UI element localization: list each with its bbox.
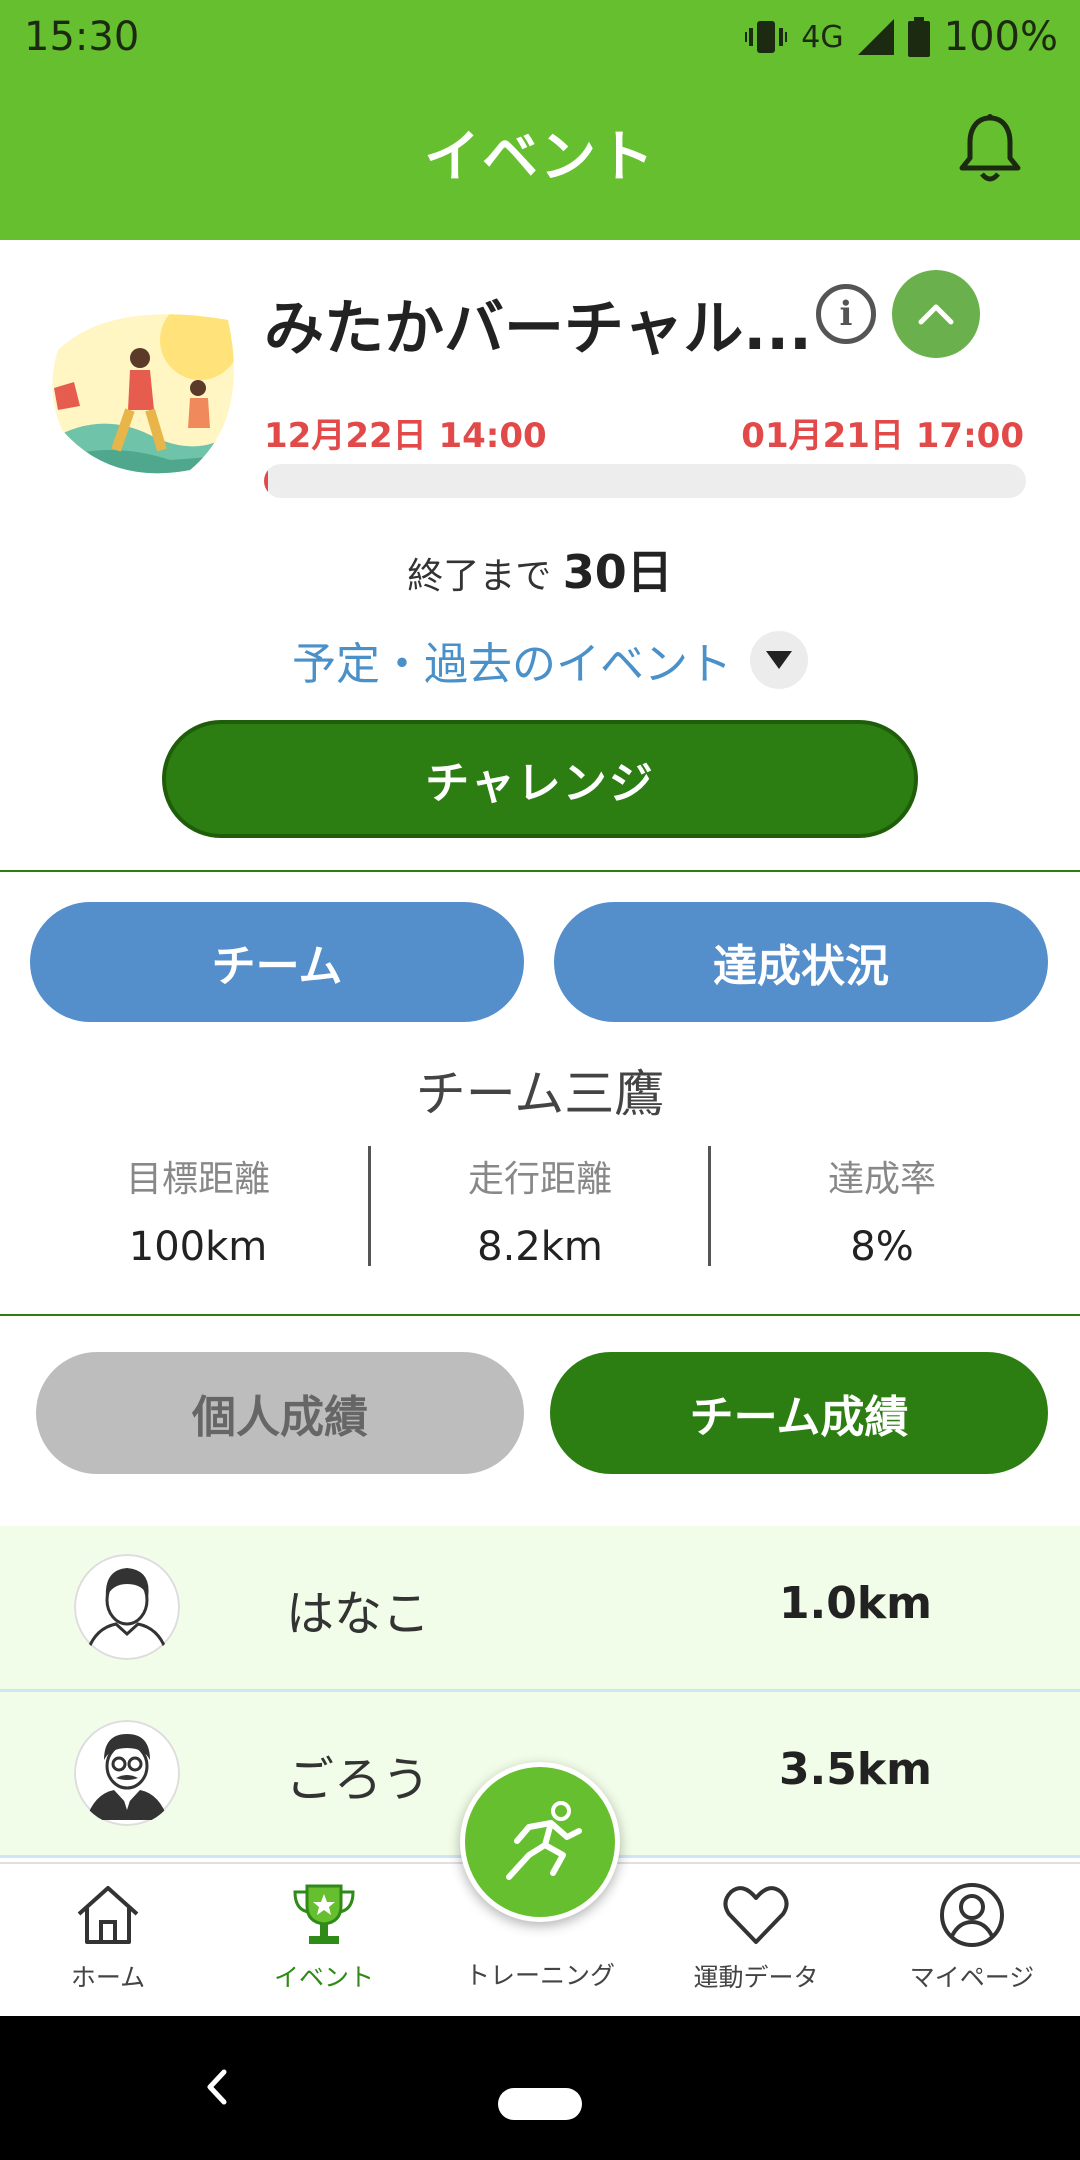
system-navigation — [0, 2016, 1080, 2160]
event-illustration — [52, 314, 234, 474]
challenge-button[interactable]: チャレンジ — [162, 720, 918, 838]
info-icon[interactable]: i — [816, 284, 876, 344]
nav-training-label: トレーニング — [464, 1961, 615, 1990]
dropdown-button[interactable] — [750, 631, 808, 689]
remaining-label: 終了まで — [407, 556, 552, 597]
battery-level: 100% — [943, 14, 1058, 60]
stat-value: 8% — [850, 1224, 914, 1270]
avatar-icon — [74, 1554, 180, 1660]
event-title: みたかバーチャル... — [264, 294, 812, 364]
stat-label: 目標距離 — [125, 1159, 270, 1200]
network-type: 4G — [801, 19, 844, 55]
member-row[interactable]: はなこ 1.0km — [0, 1526, 1080, 1692]
team-name: チーム三鷹 — [415, 1065, 665, 1123]
collapse-button[interactable] — [892, 270, 980, 358]
stat-target-distance: 目標距離 100km — [28, 1150, 368, 1270]
runner-icon — [506, 1801, 582, 1880]
member-name: ごろう — [286, 1752, 431, 1808]
bell-icon[interactable] — [958, 112, 1022, 184]
back-icon[interactable] — [196, 2062, 236, 2112]
nav-event[interactable]: イベント — [224, 1880, 424, 1994]
user-icon — [940, 1883, 1004, 1947]
signal-icon — [857, 19, 894, 55]
stat-value: 100km — [128, 1224, 268, 1270]
stat-label: 走行距離 — [467, 1159, 612, 1200]
home-gesture-bar[interactable] — [498, 2088, 582, 2120]
nav-label: 運動データ — [693, 1963, 819, 1992]
home-icon — [77, 1886, 139, 1944]
remaining-value: 30日 — [562, 545, 673, 599]
app-header: 15:30 4G 100% イベント — [0, 0, 1080, 240]
heart-icon — [723, 1886, 789, 1944]
nav-mypage[interactable]: マイページ — [872, 1880, 1072, 1994]
status-icons: 4G 100% — [745, 14, 1058, 60]
avatar-icon — [74, 1720, 180, 1826]
past-events-link[interactable]: 予定・過去のイベント — [292, 628, 808, 692]
member-name: はなこ — [286, 1586, 431, 1642]
nav-label: ホーム — [70, 1963, 146, 1992]
battery-icon — [907, 17, 930, 57]
nav-label: マイページ — [909, 1963, 1035, 1992]
page-title: イベント — [424, 125, 656, 190]
past-events-label: 予定・過去のイベント — [292, 639, 732, 690]
team-results-tab[interactable]: チーム成績 — [550, 1352, 1048, 1474]
stat-label: 達成率 — [827, 1159, 936, 1200]
nav-home[interactable]: ホーム — [8, 1880, 208, 1994]
stat-achievement-rate: 達成率 8% — [712, 1150, 1052, 1270]
achievement-button[interactable]: 達成状況 — [554, 902, 1048, 1022]
team-button[interactable]: チーム — [30, 902, 524, 1022]
event-progress-fill — [264, 464, 268, 498]
training-button[interactable] — [460, 1762, 620, 1922]
section-divider — [0, 1314, 1080, 1316]
personal-results-tab[interactable]: 個人成績 — [36, 1352, 524, 1474]
event-end-date: 01月21日 17:00 — [741, 416, 1024, 456]
section-divider — [0, 870, 1080, 872]
member-distance: 1.0km — [778, 1578, 932, 1629]
nav-exercise-data[interactable]: 運動データ — [656, 1880, 856, 1994]
trophy-icon — [293, 1884, 355, 1944]
event-progress-bar — [264, 464, 1026, 498]
vibrate-icon — [745, 21, 788, 53]
caret-down-icon — [766, 651, 792, 669]
chevron-up-icon — [918, 304, 954, 325]
stat-separator — [708, 1146, 711, 1266]
stat-run-distance: 走行距離 8.2km — [370, 1150, 710, 1270]
member-distance: 3.5km — [778, 1744, 932, 1795]
remaining-time: 終了まで 30日 — [0, 536, 1080, 602]
stat-value: 8.2km — [477, 1224, 603, 1270]
status-time: 15:30 — [24, 14, 140, 60]
event-start-date: 12月22日 14:00 — [264, 416, 547, 456]
nav-label: イベント — [273, 1963, 374, 1992]
